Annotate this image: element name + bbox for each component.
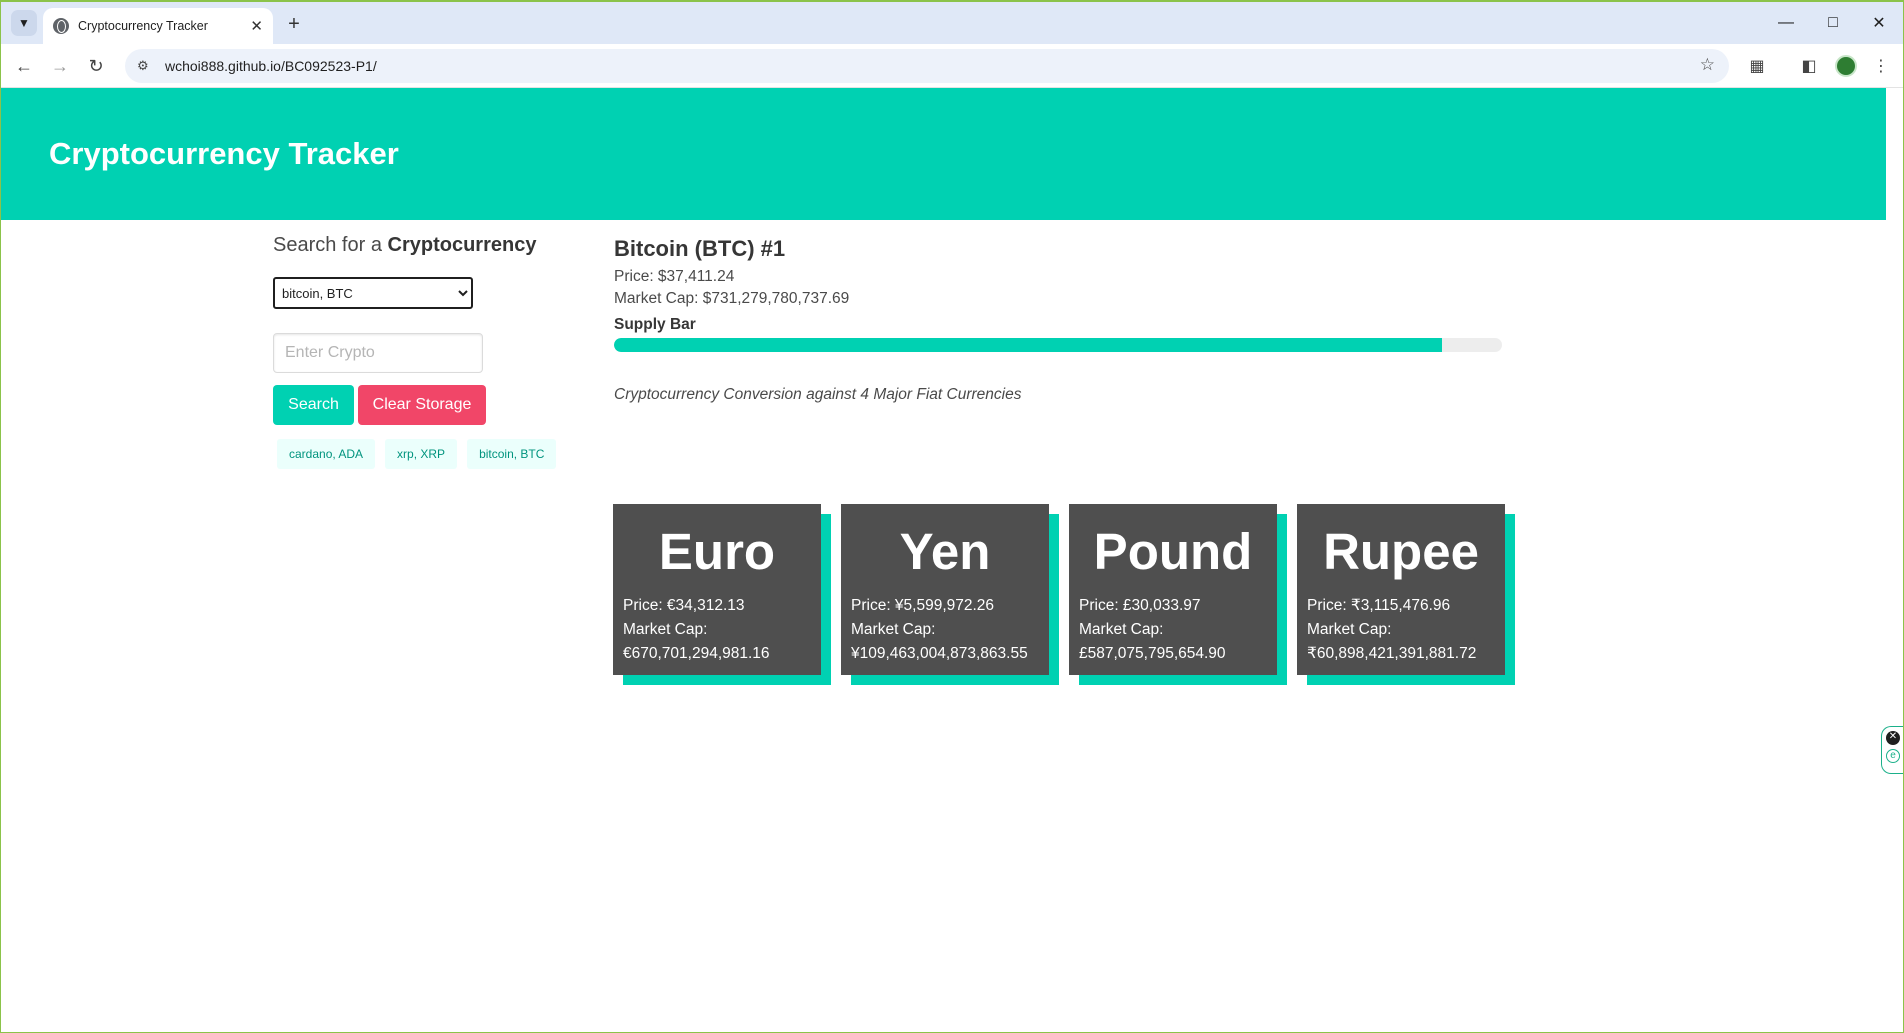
tab-strip: ▼ Cryptocurrency Tracker ✕ + — □ ✕: [1, 2, 1903, 44]
coin-market-cap: Market Cap: $731,279,780,737.69: [614, 290, 850, 307]
currency-cap-value: £587,075,795,654.90: [1079, 645, 1226, 662]
side-extension-widget[interactable]: ✕ e: [1881, 726, 1903, 774]
currency-name: Pound: [1093, 523, 1253, 580]
search-heading: Search for a Cryptocurrency: [273, 234, 573, 257]
extension-logo-icon[interactable]: e: [1886, 749, 1900, 763]
coin-price: Price: $37,411.24: [614, 268, 735, 285]
currency-card-euro: Euro Price: €34,312.13 Market Cap: €670,…: [613, 504, 821, 675]
menu-kebab-icon[interactable]: ⋮: [1867, 52, 1895, 80]
tab-search-button[interactable]: ▼: [11, 10, 37, 36]
currency-price: Price: ₹3,115,476.96: [1307, 597, 1451, 614]
search-heading-bold: Cryptocurrency: [387, 234, 537, 256]
extensions-icon[interactable]: ▦: [1743, 52, 1771, 80]
currency-cap-label: Market Cap:: [623, 621, 708, 638]
profile-avatar[interactable]: [1832, 52, 1860, 80]
button-row: Search Clear Storage: [273, 385, 573, 425]
clear-storage-button[interactable]: Clear Storage: [358, 385, 486, 425]
address-bar[interactable]: ⚙ wchoi888.github.io/BC092523-P1/ ☆: [125, 49, 1729, 83]
currency-cap-value: €670,701,294,981.16: [623, 645, 770, 662]
supply-bar-label: Supply Bar: [614, 316, 696, 333]
currency-card-rupee: Rupee Price: ₹3,115,476.96 Market Cap: ₹…: [1297, 504, 1505, 675]
currency-cap-label: Market Cap:: [851, 621, 936, 638]
bookmark-star-icon[interactable]: ☆: [1700, 55, 1715, 75]
forward-button[interactable]: →: [46, 52, 74, 80]
url-text: wchoi888.github.io/BC092523-P1/: [165, 58, 377, 74]
currency-name: Yen: [899, 523, 991, 580]
currency-name: Rupee: [1323, 523, 1479, 580]
globe-icon: [53, 18, 69, 34]
active-tab[interactable]: Cryptocurrency Tracker ✕: [43, 8, 273, 44]
side-panel-icon[interactable]: ◧: [1795, 52, 1823, 80]
supply-bar: [614, 338, 1502, 352]
currency-cap-value: ¥109,463,004,873,863.55: [851, 645, 1028, 662]
hero-header: Cryptocurrency Tracker: [1, 88, 1886, 220]
back-button[interactable]: ←: [10, 52, 38, 80]
site-info-icon[interactable]: ⚙: [137, 58, 155, 74]
currency-name: Euro: [658, 523, 776, 580]
page-content: Cryptocurrency Tracker Search for a Cryp…: [1, 88, 1886, 1032]
currency-cap-label: Market Cap:: [1307, 621, 1392, 638]
currency-card-pound: Pound Price: £30,033.97 Market Cap: £587…: [1069, 504, 1277, 675]
history-tag[interactable]: cardano, ADA: [277, 439, 376, 469]
new-tab-button[interactable]: +: [280, 10, 308, 38]
maximize-button[interactable]: □: [1819, 10, 1847, 36]
crypto-search-input[interactable]: [273, 333, 483, 373]
search-button[interactable]: Search: [273, 385, 354, 425]
search-history: cardano, ADA xrp, XRP bitcoin, BTC: [273, 439, 573, 469]
history-tag[interactable]: xrp, XRP: [385, 439, 458, 469]
currency-cap-label: Market Cap:: [1079, 621, 1164, 638]
search-heading-prefix: Search for a: [273, 234, 388, 256]
close-window-button[interactable]: ✕: [1865, 10, 1893, 36]
crypto-select[interactable]: bitcoin, BTC: [273, 277, 473, 309]
currency-price: Price: ¥5,599,972.26: [851, 597, 995, 614]
coin-details: Bitcoin (BTC) #1 Price: $37,411.24 Marke…: [614, 236, 1514, 404]
minimize-button[interactable]: —: [1772, 10, 1800, 36]
search-panel: Search for a Cryptocurrency bitcoin, BTC…: [273, 234, 573, 469]
currency-card-yen: Yen Price: ¥5,599,972.26 Market Cap: ¥10…: [841, 504, 1049, 675]
conversion-caption: Cryptocurrency Conversion against 4 Majo…: [614, 386, 1022, 403]
close-tab-icon[interactable]: ✕: [250, 17, 263, 35]
browser-window: ▼ Cryptocurrency Tracker ✕ + — □ ✕ ← → ↻…: [0, 0, 1904, 1033]
history-tag[interactable]: bitcoin, BTC: [467, 439, 557, 469]
reload-button[interactable]: ↻: [82, 52, 110, 80]
page-title: Cryptocurrency Tracker: [49, 136, 399, 171]
coin-title: Bitcoin (BTC) #1: [614, 236, 786, 261]
tab-title: Cryptocurrency Tracker: [78, 19, 208, 33]
currency-price: Price: €34,312.13: [623, 597, 745, 614]
currency-price: Price: £30,033.97: [1079, 597, 1201, 614]
browser-toolbar: ← → ↻ ⚙ wchoi888.github.io/BC092523-P1/ …: [1, 44, 1903, 88]
currency-cap-value: ₹60,898,421,391,881.72: [1307, 645, 1477, 662]
close-widget-icon[interactable]: ✕: [1886, 731, 1900, 745]
supply-bar-fill: [614, 338, 1442, 352]
